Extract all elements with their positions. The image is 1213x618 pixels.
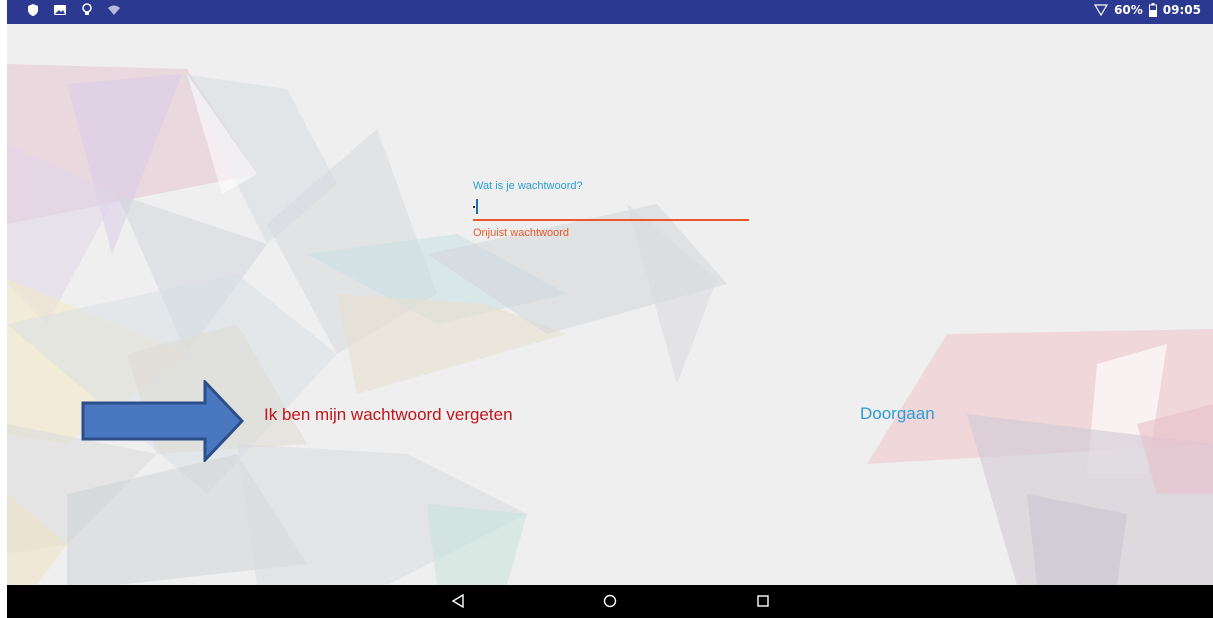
navigation-bar xyxy=(7,585,1213,618)
signal-icon xyxy=(1094,4,1109,16)
password-error: Onjuist wachtwoord xyxy=(473,227,569,239)
password-input[interactable] xyxy=(473,197,749,221)
continue-button[interactable]: Doorgaan xyxy=(860,404,935,424)
lightbulb-icon xyxy=(82,3,92,15)
forgot-password-link[interactable]: Ik ben mijn wachtwoord vergeten xyxy=(264,405,513,425)
status-bar: 60% 09:05 xyxy=(7,0,1213,24)
tablet-screen: 60% 09:05 Wat is je wachtwoord? Onjuist … xyxy=(7,0,1213,618)
wifi-icon xyxy=(108,5,120,15)
text-cursor xyxy=(476,199,478,214)
battery-percent: 60% xyxy=(1114,3,1143,17)
clock: 09:05 xyxy=(1162,3,1201,17)
password-label: Wat is je wachtwoord? xyxy=(473,180,583,192)
background-pattern xyxy=(7,64,1213,585)
shield-icon xyxy=(28,4,38,16)
back-icon[interactable] xyxy=(451,594,465,608)
recents-icon[interactable] xyxy=(756,594,770,608)
home-icon[interactable] xyxy=(603,594,617,608)
image-icon xyxy=(54,5,66,15)
password-mask-dot xyxy=(473,206,475,208)
login-screen: Wat is je wachtwoord? Onjuist wachtwoord… xyxy=(7,24,1213,585)
battery-icon xyxy=(1148,3,1157,17)
arrow-right-annotation xyxy=(81,380,245,462)
password-form: Wat is je wachtwoord? Onjuist wachtwoord xyxy=(473,179,749,239)
